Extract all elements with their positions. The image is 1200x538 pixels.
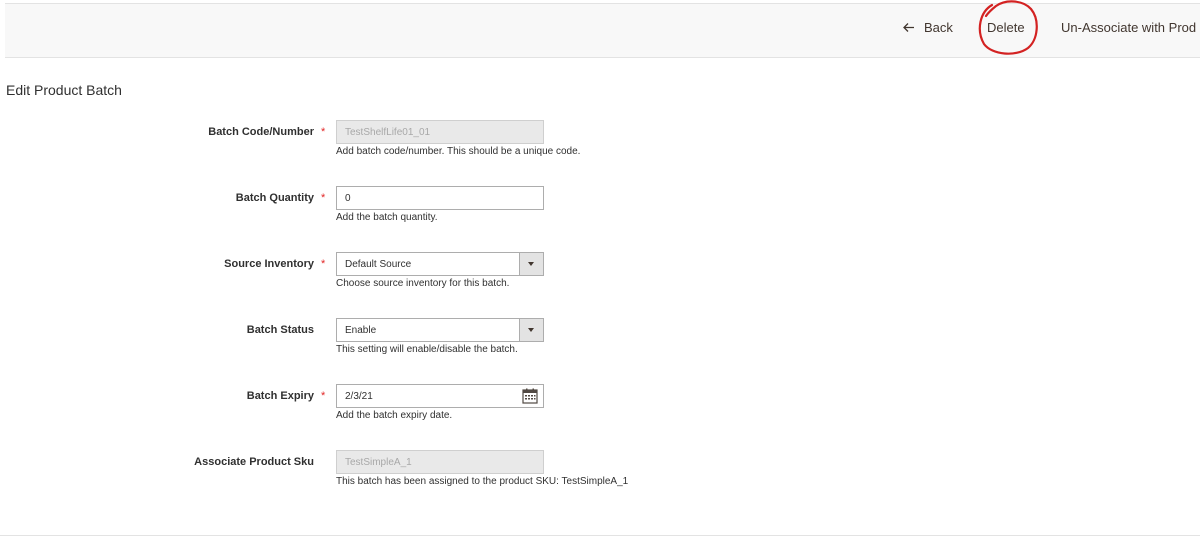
source-inventory-value: Default Source (345, 259, 412, 270)
batch-status-value: Enable (345, 325, 377, 336)
required-marker: * (321, 192, 326, 204)
delete-button-label: Delete (987, 20, 1025, 35)
select-arrow[interactable] (519, 253, 543, 275)
batch-code-note: Add batch code/number. This should be a … (336, 146, 581, 157)
source-inventory-label: Source Inventory (224, 258, 314, 270)
batch-code-value: TestShelfLife01_01 (345, 127, 431, 138)
arrow-left-icon (903, 23, 914, 32)
associate-sku-label: Associate Product Sku (194, 456, 314, 468)
associate-sku-input[interactable]: TestSimpleA_1 (336, 450, 544, 474)
batch-status-note: This setting will enable/disable the bat… (336, 344, 518, 355)
batch-expiry-note: Add the batch expiry date. (336, 410, 453, 421)
select-arrow[interactable] (519, 319, 543, 341)
source-inventory-select[interactable]: Default Source (336, 252, 544, 276)
batch-status-select[interactable]: Enable (336, 318, 544, 342)
batch-status-label: Batch Status (246, 324, 314, 336)
batch-quantity-label: Batch Quantity (235, 192, 314, 204)
associate-sku-value: TestSimpleA_1 (345, 457, 412, 468)
associate-sku-note: This batch has been assigned to the prod… (336, 476, 629, 487)
chevron-down-icon (528, 328, 534, 332)
required-marker: * (321, 258, 326, 270)
source-inventory-note: Choose source inventory for this batch. (336, 278, 510, 289)
delete-button[interactable]: Delete (987, 20, 1025, 35)
required-marker: * (321, 126, 326, 138)
batch-quantity-input[interactable]: 0 (336, 186, 544, 210)
batch-expiry-input[interactable]: 2/3/21 (336, 384, 544, 408)
batch-code-label: Batch Code/Number (208, 126, 314, 138)
batch-code-input[interactable]: TestShelfLife01_01 (336, 120, 544, 144)
required-marker: * (321, 390, 326, 402)
page-title: Edit Product Batch (6, 82, 122, 98)
batch-quantity-note: Add the batch quantity. (336, 212, 438, 223)
back-button[interactable]: Back (902, 20, 953, 35)
chevron-down-icon (528, 262, 534, 266)
batch-quantity-value: 0 (345, 193, 351, 204)
batch-expiry-value: 2/3/21 (345, 391, 373, 402)
calendar-icon[interactable] (522, 388, 538, 404)
unassociate-button[interactable]: Un-Associate with Prod (1061, 20, 1196, 35)
batch-expiry-label: Batch Expiry (246, 390, 314, 402)
unassociate-button-label: Un-Associate with Prod (1061, 20, 1197, 35)
divider (0, 535, 1200, 536)
back-button-label: Back (924, 20, 953, 35)
